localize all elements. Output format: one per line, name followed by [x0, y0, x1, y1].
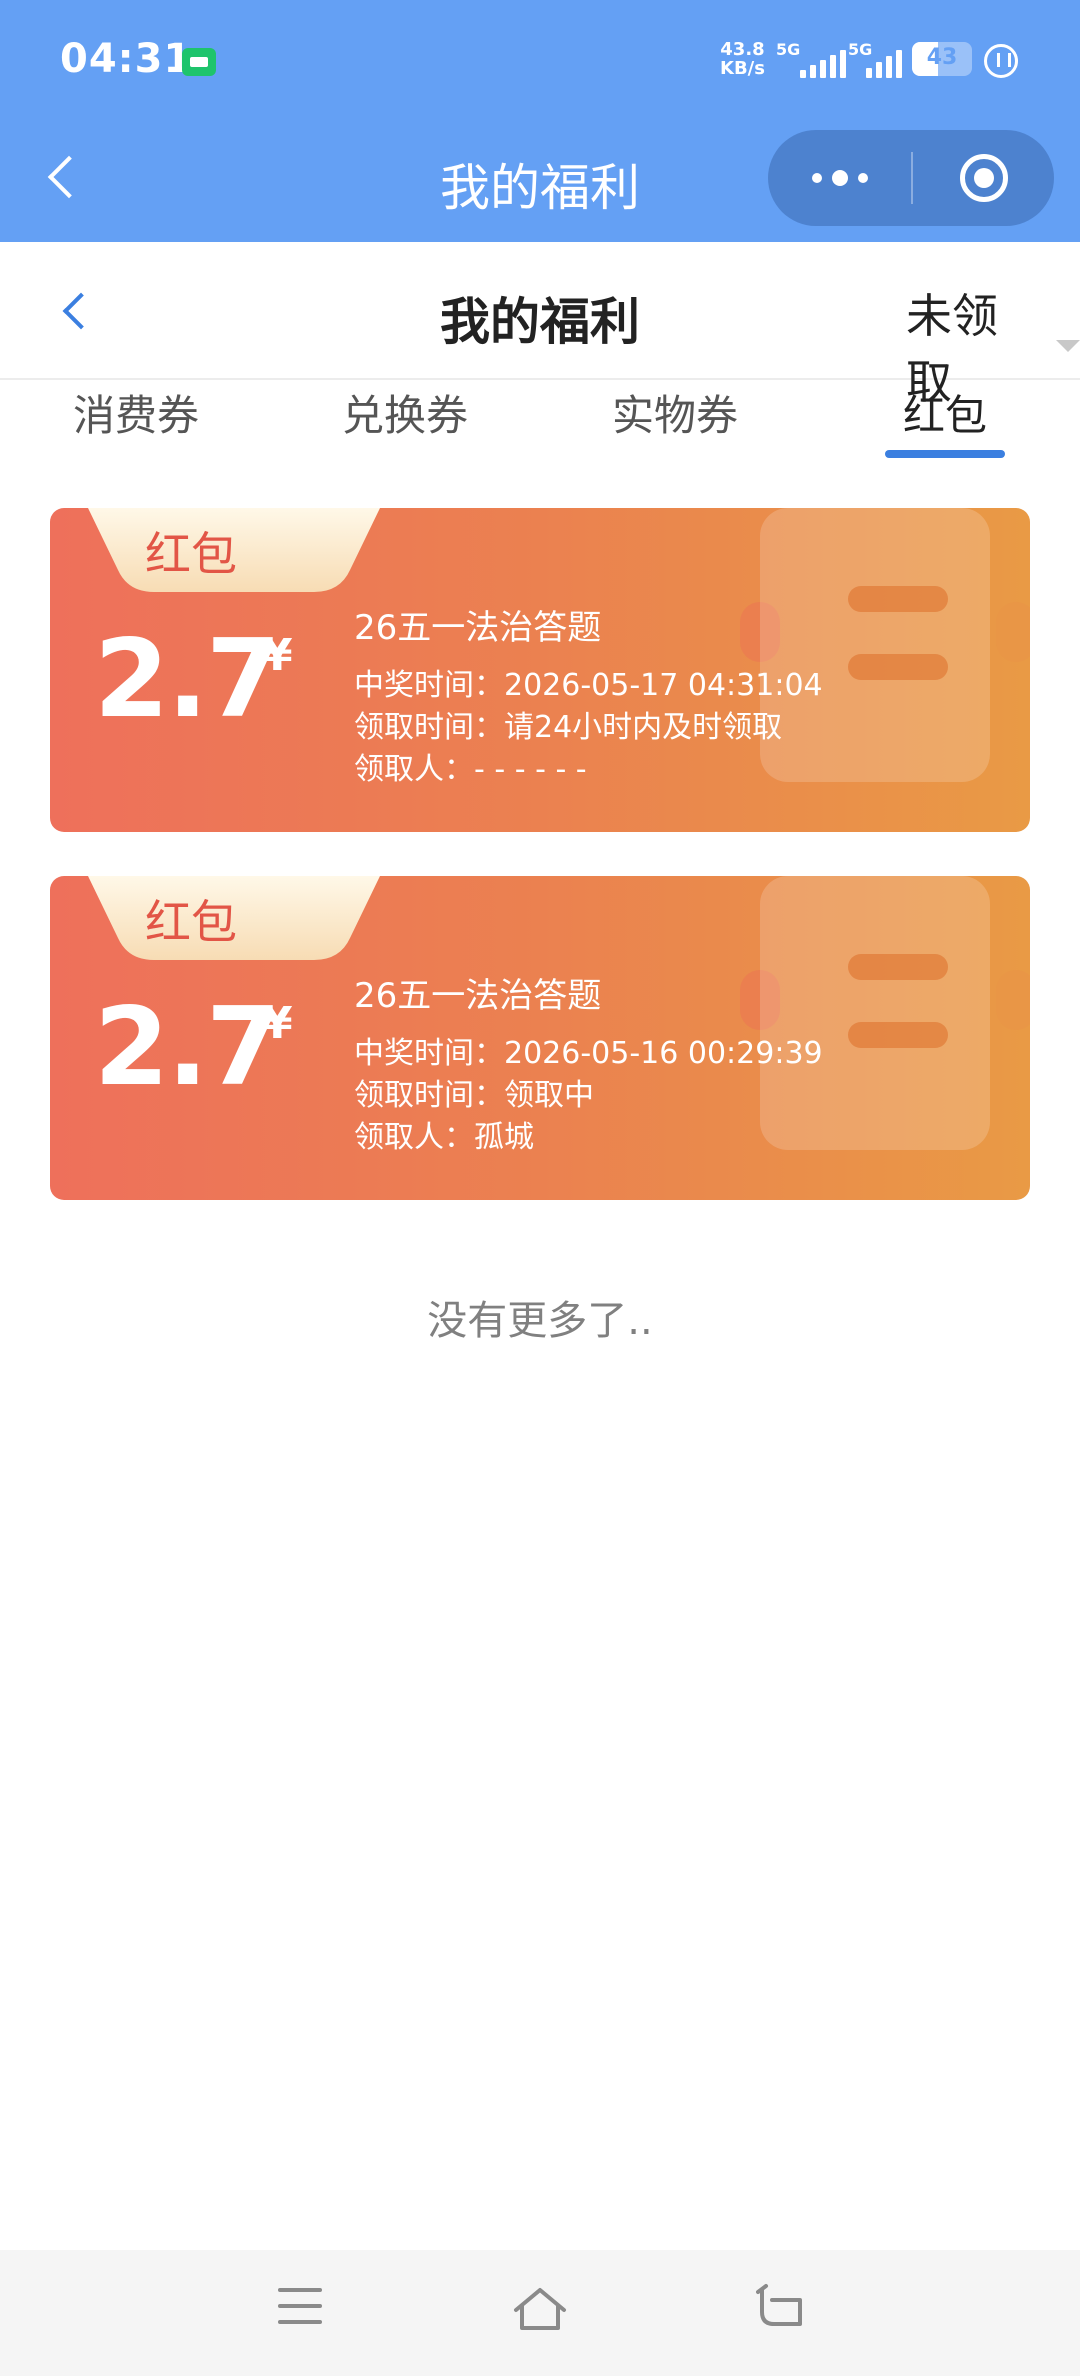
win-time: 中奖时间：2026-05-17 04:31:04 [354, 668, 823, 703]
chevron-down-icon [1056, 340, 1080, 352]
no-more-text: 没有更多了.. [427, 1298, 653, 1344]
network-speed-unit: KB/s [720, 58, 765, 79]
claimer: 领取人：- - - - - - [354, 752, 587, 787]
more-dots-icon[interactable] [768, 130, 911, 226]
tab-red-packet[interactable]: 红包 [903, 382, 987, 443]
battery-level: 43 [926, 45, 958, 70]
notification-app-icon [182, 48, 216, 76]
claim-time: 领取时间：领取中 [354, 1078, 594, 1113]
menu-icon[interactable] [278, 2288, 322, 2328]
home-icon[interactable] [512, 2284, 568, 2332]
tab-consumption-coupon[interactable]: 消费券 [73, 382, 199, 443]
network-speed-value: 43.8 [720, 39, 765, 60]
amount-value: 2.7 [94, 985, 281, 1110]
card-info: 26五一法治答题 中奖时间：2026-05-17 04:31:04 领取时间：请… [354, 600, 823, 791]
battery-icon: 43 [912, 42, 972, 76]
category-tabs: 消费券 兑换券 实物券 红包 [0, 382, 1080, 462]
currency-symbol: ¥ [262, 998, 293, 1049]
currency-symbol: ¥ [262, 630, 293, 681]
tab-physical-coupon[interactable]: 实物券 [612, 382, 738, 443]
ribbon-label: 红包 [145, 527, 237, 581]
network-speed: 43.8 KB/s [720, 40, 765, 78]
capsule-divider [911, 152, 913, 204]
charging-icon [984, 44, 1018, 78]
ribbon-label: 红包 [145, 895, 237, 949]
tab-exchange-coupon[interactable]: 兑换券 [342, 382, 468, 443]
red-packet-card[interactable]: 红包 2.7 ¥ 26五一法治答题 中奖时间：2026-05-17 04:31:… [50, 508, 1030, 832]
red-packet-card[interactable]: 红包 2.7 ¥ 26五一法治答题 中奖时间：2026-05-16 00:29:… [50, 876, 1030, 1200]
amount-value: 2.7 [94, 617, 281, 742]
target-close-icon[interactable] [960, 154, 1008, 202]
claim-time: 领取时间：请24小时内及时领取 [354, 710, 783, 745]
win-time: 中奖时间：2026-05-16 00:29:39 [354, 1036, 823, 1071]
signal-bars-1-icon [800, 50, 846, 78]
activity-name: 26五一法治答题 [354, 976, 602, 1016]
back-icon[interactable] [756, 2282, 806, 2332]
system-nav-bar [0, 2250, 1080, 2376]
status-time: 04:31 [60, 36, 193, 82]
top-bar: 04:31 43.8 KB/s 5G 5G 43 我的福利 [0, 0, 1080, 242]
miniprogram-capsule [768, 130, 1054, 226]
activity-name: 26五一法治答题 [354, 608, 602, 648]
card-info: 26五一法治答题 中奖时间：2026-05-16 00:29:39 领取时间：领… [354, 968, 823, 1159]
page-header: 我的福利 未领取 [0, 242, 1080, 409]
signal-bars-2-icon [866, 50, 902, 78]
signal-type-1: 5G [776, 40, 801, 59]
claimer: 领取人：孤城 [354, 1120, 534, 1155]
active-tab-indicator [885, 450, 1005, 458]
